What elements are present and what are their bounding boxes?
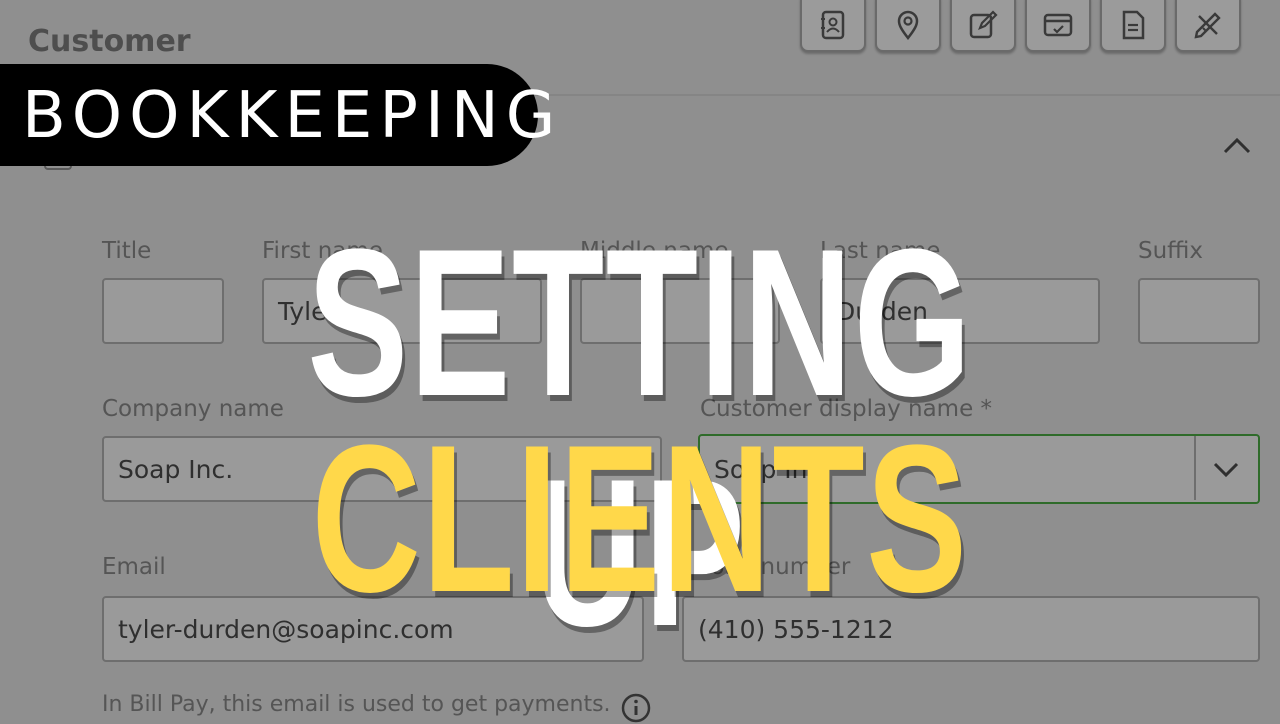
page-title: Customer (28, 24, 191, 59)
address-book-button[interactable] (800, 0, 866, 52)
location-pin-icon (897, 10, 919, 40)
suffix-label: Suffix (1138, 238, 1204, 264)
edit-icon (969, 10, 998, 39)
email-label: Email (102, 554, 166, 580)
card-check-icon (1043, 13, 1073, 37)
headline-line-2: CLIENTS (311, 401, 969, 636)
tools-icon (1194, 12, 1221, 39)
dropdown-divider (1194, 436, 1196, 500)
info-icon[interactable] (620, 692, 652, 724)
tools-button[interactable] (1175, 0, 1241, 52)
payment-button[interactable] (1025, 0, 1091, 52)
chevron-up-icon[interactable] (1222, 132, 1252, 156)
document-icon (1122, 10, 1145, 40)
document-button[interactable] (1100, 0, 1166, 52)
address-book-icon (821, 10, 845, 40)
location-button[interactable] (875, 0, 941, 52)
category-tag-text: BOOKKEEPING (22, 79, 563, 153)
toolbar (800, 0, 1241, 52)
chevron-down-icon[interactable] (1212, 458, 1240, 480)
suffix-field[interactable] (1138, 278, 1260, 344)
edit-button[interactable] (950, 0, 1016, 52)
title-label: Title (102, 238, 152, 264)
email-helper-text: In Bill Pay, this email is used to get p… (102, 692, 611, 717)
